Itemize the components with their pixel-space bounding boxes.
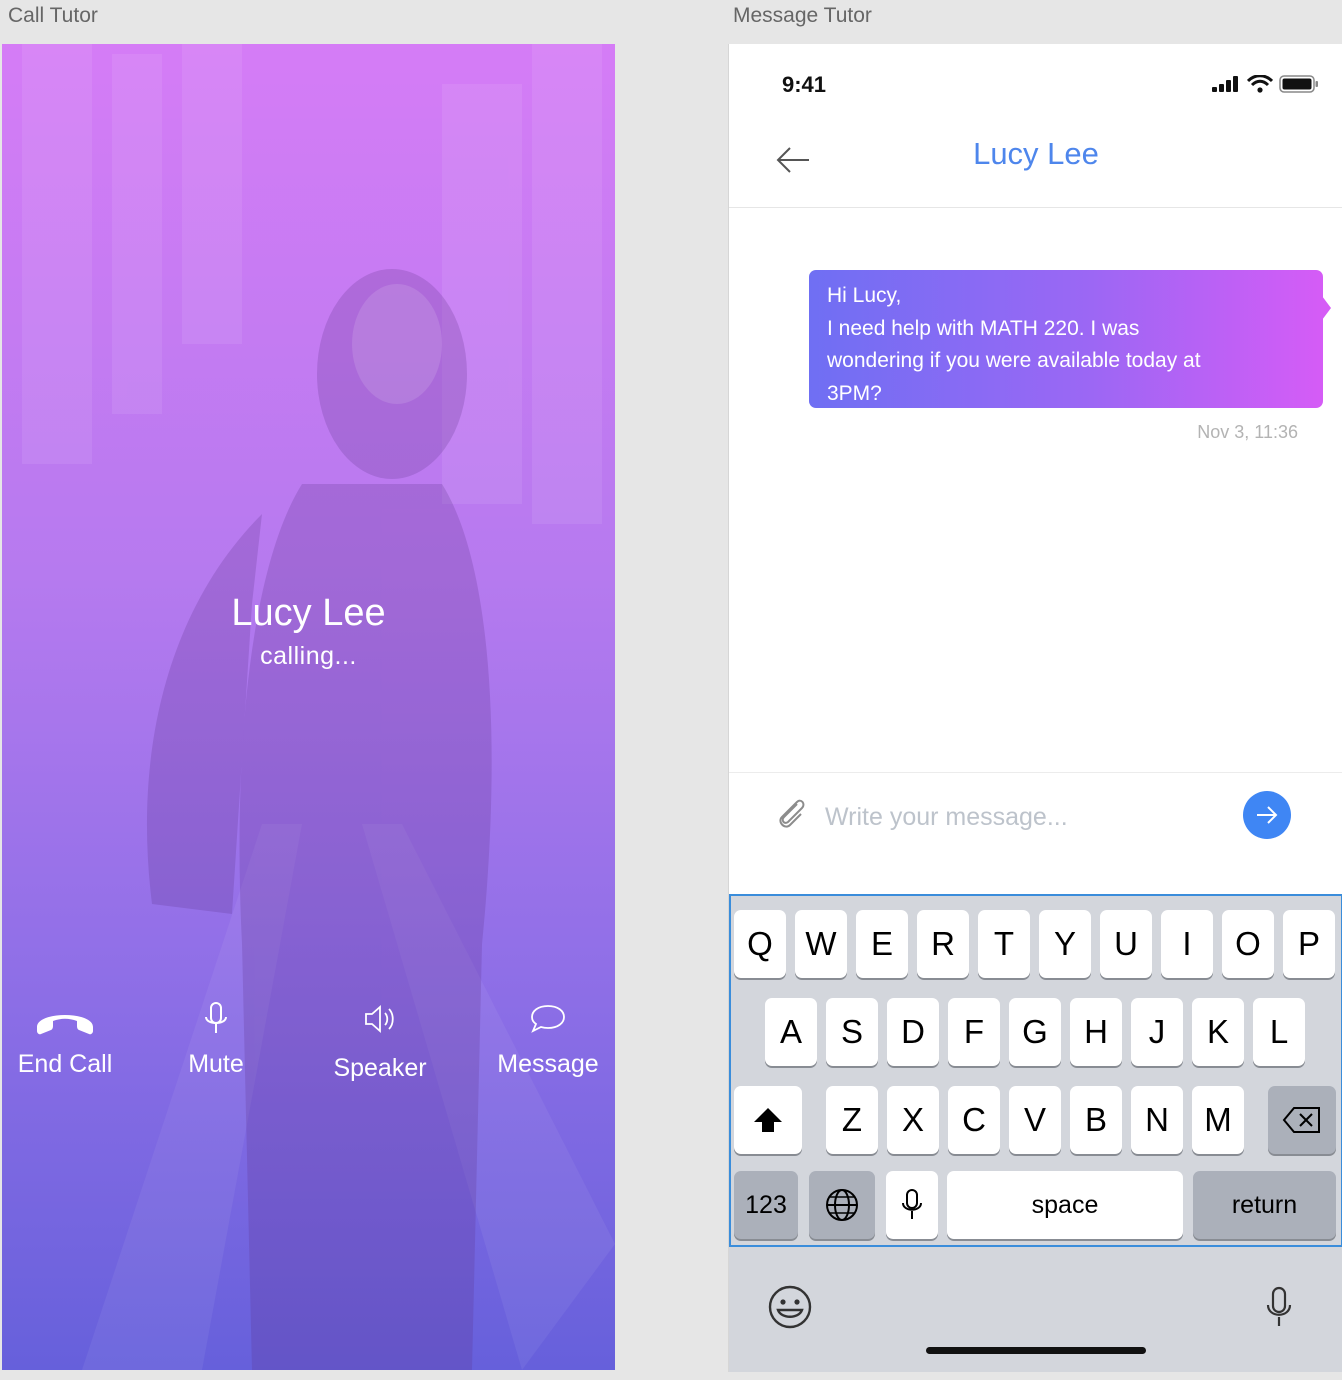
call-status: calling... (260, 642, 357, 670)
caller-background-photo (22, 44, 615, 1370)
attach-button[interactable] (773, 795, 813, 835)
dictation-key[interactable] (886, 1171, 938, 1239)
speaker-icon (305, 994, 455, 1044)
outgoing-message-bubble: Hi Lucy, I need help with MATH 220. I wa… (809, 270, 1331, 408)
wifi-icon (1247, 75, 1273, 93)
keyboard-dictation-button[interactable] (1265, 1286, 1293, 1333)
call-screen: Lucy Lee calling... End Call Mute Speake… (2, 44, 615, 1370)
message-tutor-artboard-label: Message Tutor (733, 4, 872, 27)
numbers-key[interactable]: 123 (734, 1171, 798, 1239)
shift-arrow-icon (754, 1108, 782, 1132)
key-j[interactable]: J (1131, 998, 1183, 1066)
message-screen: 9:41 Lucy Lee Hi Lucy, I need help with … (728, 44, 1342, 1372)
key-o[interactable]: O (1222, 910, 1274, 978)
globe-icon (826, 1189, 858, 1221)
message-label: Message (497, 1050, 599, 1078)
key-i[interactable]: I (1161, 910, 1213, 978)
send-button[interactable] (1243, 791, 1291, 839)
key-t[interactable]: T (978, 910, 1030, 978)
chat-bubble-icon (473, 994, 615, 1044)
key-f[interactable]: F (948, 998, 1000, 1066)
shift-key[interactable] (734, 1086, 802, 1154)
battery-icon (1279, 75, 1318, 93)
key-r[interactable]: R (917, 910, 969, 978)
backspace-key[interactable] (1268, 1086, 1336, 1154)
phone-hangup-icon (2, 994, 140, 1044)
conversation-title: Lucy Lee (973, 136, 1099, 171)
emoji-icon (768, 1285, 812, 1329)
speaker-button[interactable]: Speaker (305, 994, 455, 1083)
speaker-label: Speaker (333, 1054, 427, 1082)
key-c[interactable]: C (948, 1086, 1000, 1154)
key-h[interactable]: H (1070, 998, 1122, 1066)
end-call-label: End Call (17, 1050, 113, 1078)
microphone-icon (902, 1189, 922, 1219)
key-n[interactable]: N (1131, 1086, 1183, 1154)
key-g[interactable]: G (1009, 998, 1061, 1066)
microphone-icon (1266, 1286, 1292, 1326)
key-m[interactable]: M (1192, 1086, 1244, 1154)
message-line: wondering if you were available today at (827, 349, 1201, 372)
mute-button[interactable]: Mute (141, 994, 291, 1079)
end-call-button[interactable]: End Call (2, 994, 140, 1079)
key-a[interactable]: A (765, 998, 817, 1066)
message-composer (729, 772, 1342, 894)
key-s[interactable]: S (826, 998, 878, 1066)
key-z[interactable]: Z (826, 1086, 878, 1154)
key-p[interactable]: P (1283, 910, 1335, 978)
emoji-button[interactable] (767, 1284, 813, 1335)
key-w[interactable]: W (795, 910, 847, 978)
backspace-icon (1282, 1107, 1320, 1133)
globe-key[interactable] (809, 1171, 875, 1239)
key-u[interactable]: U (1100, 910, 1152, 978)
mute-label: Mute (188, 1050, 244, 1078)
key-l[interactable]: L (1253, 998, 1305, 1066)
space-key[interactable]: space (947, 1171, 1183, 1239)
message-line: Hi Lucy, (827, 284, 902, 307)
paperclip-icon (779, 799, 805, 828)
return-key[interactable]: return (1193, 1171, 1336, 1239)
status-time: 9:41 (782, 72, 827, 97)
key-x[interactable]: X (887, 1086, 939, 1154)
arrow-right-icon (1257, 806, 1278, 824)
key-e[interactable]: E (856, 910, 908, 978)
key-v[interactable]: V (1009, 1086, 1061, 1154)
home-indicator (926, 1347, 1146, 1354)
cellular-signal-icon (1212, 76, 1238, 92)
caller-name: Lucy Lee (231, 592, 386, 634)
message-line: I need help with MATH 220. I was (827, 316, 1140, 340)
message-line: 3PM? (827, 381, 882, 405)
call-tutor-artboard-label: Call Tutor (8, 4, 98, 27)
key-q[interactable]: Q (734, 910, 786, 978)
key-k[interactable]: K (1192, 998, 1244, 1066)
microphone-icon (141, 994, 291, 1044)
status-bar: 9:41 (729, 44, 1342, 124)
message-timestamp: Nov 3, 11:36 (1197, 422, 1298, 442)
key-y[interactable]: Y (1039, 910, 1091, 978)
message-input[interactable] (825, 797, 1225, 837)
navigation-bar: Lucy Lee (729, 124, 1342, 208)
keyboard-keys-frame: Q W E R T Y U I O P A S D F G H J K L Z … (729, 894, 1342, 1247)
keyboard: Q W E R T Y U I O P A S D F G H J K L Z … (729, 894, 1342, 1372)
key-b[interactable]: B (1070, 1086, 1122, 1154)
message-button[interactable]: Message (473, 994, 615, 1079)
key-d[interactable]: D (887, 998, 939, 1066)
